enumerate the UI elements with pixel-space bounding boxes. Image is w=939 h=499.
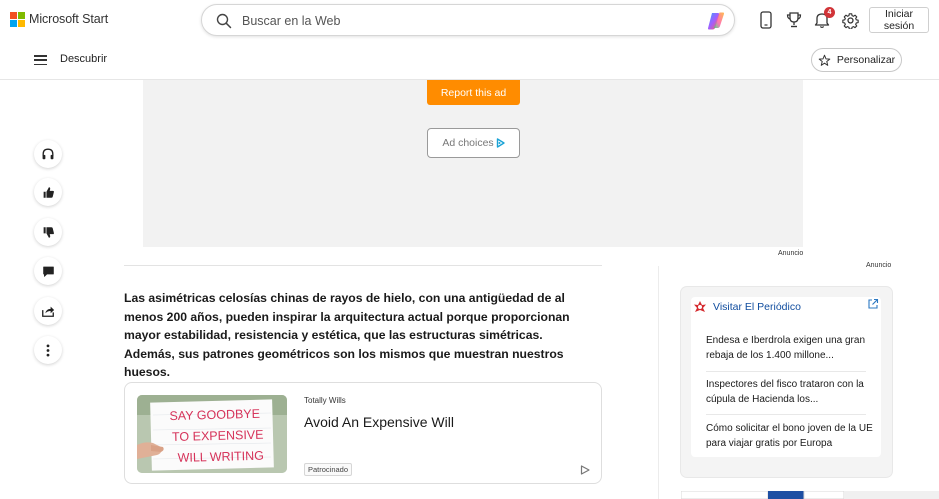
phone-icon[interactable] [756,10,776,30]
share-button[interactable] [34,297,62,325]
search-icon [216,13,232,29]
notification-badge: 4 [824,7,835,18]
adchoices-icon [496,138,505,148]
ad-label: Anuncio [778,250,804,257]
publisher-panel: Visitar El Periódico Endesa e Iberdrola … [681,287,892,477]
promo-image-text-1: SAY GOODBYE [169,407,260,423]
more-options-button[interactable] [34,336,62,364]
headphones-icon [42,148,54,160]
signin-button[interactable]: Iniciar sesión [869,7,929,33]
promo-image-text-2: TO EXPENSIVE [172,428,264,444]
news-divider [706,414,866,415]
share-icon [42,306,55,317]
external-link-icon[interactable] [867,298,879,310]
report-ad-button[interactable]: Report this ad [427,80,520,105]
comment-button[interactable] [34,257,62,285]
article-lead: Las asimétricas celosías chinas de rayos… [124,291,570,379]
like-button[interactable] [34,178,62,206]
dislike-button[interactable] [34,218,62,246]
more-icon [46,343,50,357]
personalize-button[interactable]: Personalizar [811,48,902,72]
gear-icon[interactable] [840,10,860,30]
sponsored-card[interactable]: SAY GOODBYE TO EXPENSIVE WILL WRITING To… [124,382,602,484]
promo-source[interactable]: Totally Wills [304,396,346,405]
sub-navigation: Descubrir Personalizar [0,40,939,80]
sponsored-badge: Patrocinado [304,463,353,476]
content-divider [124,265,602,266]
discover-link[interactable]: Descubrir [60,53,107,65]
el-periodico-logo-icon [693,300,707,314]
adchoices-icon[interactable] [580,465,590,475]
search-input[interactable] [242,11,682,31]
ad-choices-label: Ad choices [442,137,494,149]
top-bar: Microsoft Start 4 [0,0,939,40]
thumbs-down-icon [43,226,54,238]
listen-button[interactable] [34,140,62,168]
promo-title[interactable]: Avoid An Expensive Will [304,414,454,430]
ad-choices-button[interactable]: Ad choices [427,128,520,158]
publisher-title: Visitar El Periódico [713,301,801,313]
search-box[interactable] [201,4,735,36]
promo-image: SAY GOODBYE TO EXPENSIVE WILL WRITING [137,395,287,473]
news-item[interactable]: Cómo solicitar el bono joven de la UE pa… [706,422,874,451]
hamburger-menu-icon[interactable] [34,55,47,65]
sparkle-star-icon [818,54,831,66]
news-divider [706,371,866,372]
promo-image-text-3: WILL WRITING [177,449,264,465]
thumbs-up-icon [43,186,54,198]
column-divider [658,266,659,499]
ad-label-sidebar: Anuncio [866,262,892,269]
brand-name: Microsoft Start [29,12,109,26]
comment-icon [42,266,54,277]
ad-placeholder: Report this ad Ad choices [143,80,803,247]
microsoft-logo-icon [10,12,25,27]
brand-logo[interactable]: Microsoft Start [10,12,109,27]
bottom-widget-strip [681,491,939,499]
news-item[interactable]: Endesa e Iberdrola exigen una gran rebaj… [706,334,874,363]
personalize-label: Personalizar [836,54,896,66]
trophy-icon[interactable] [784,10,804,30]
bell-icon[interactable]: 4 [812,7,835,30]
news-item[interactable]: Inspectores del fisco trataron con la cú… [706,378,874,407]
copilot-icon[interactable] [706,11,726,31]
publisher-link[interactable]: Visitar El Periódico [693,300,801,314]
